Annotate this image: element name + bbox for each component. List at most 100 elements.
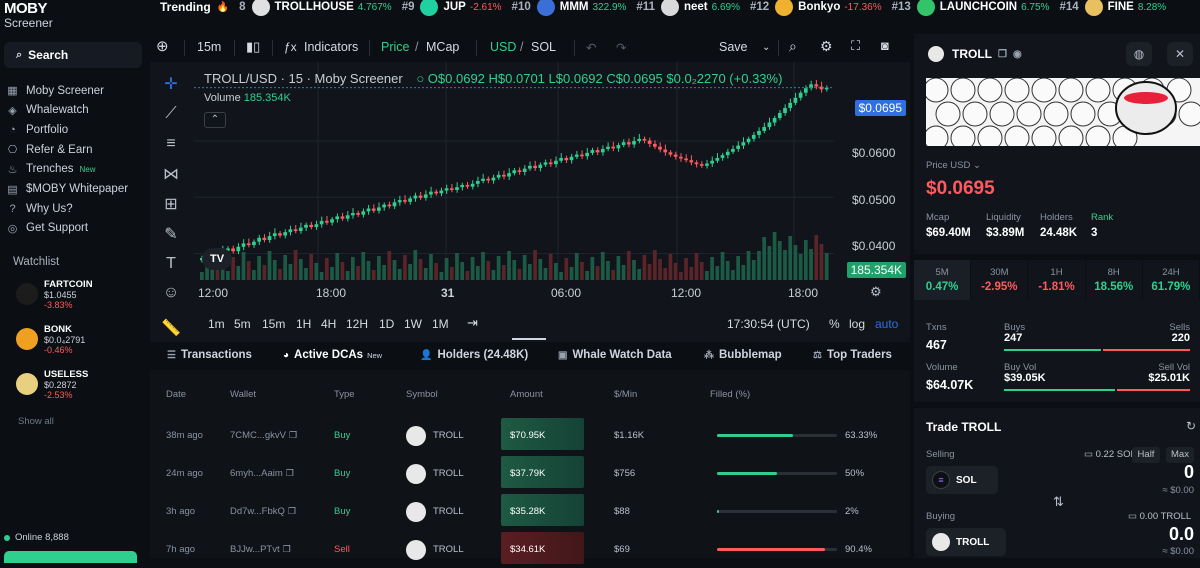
trending-item[interactable]: #13 LAUNCHCOIN 6.75%: [892, 0, 1049, 16]
close-icon[interactable]: ✕: [1167, 42, 1193, 66]
brush-icon[interactable]: ✎: [161, 224, 181, 244]
candles-icon[interactable]: ▮▯: [246, 39, 260, 55]
swap-icon[interactable]: ⇅: [1053, 494, 1064, 510]
sidebar-item[interactable]: ▦ Moby Screener: [6, 84, 104, 98]
timeframe-change[interactable]: 24H 61.79%: [1143, 260, 1200, 300]
redo-icon[interactable]: ↷: [616, 40, 626, 55]
timeframe-1mo[interactable]: 1M: [432, 317, 449, 331]
row-wallet[interactable]: 7CMC...gkvV ❐: [230, 430, 297, 441]
sidebar-item[interactable]: ♨ Trenches New: [6, 163, 96, 176]
timeframe-1h[interactable]: 1H: [296, 317, 311, 331]
timeframe-1m[interactable]: 1m: [208, 317, 225, 331]
trending-item[interactable]: #11 neet 6.69%: [636, 0, 740, 16]
timeframe-5m[interactable]: 5m: [234, 317, 251, 331]
search-button[interactable]: ⌕ Search: [4, 42, 142, 68]
auto-toggle[interactable]: auto: [875, 317, 898, 331]
usd-toggle[interactable]: USD: [490, 40, 516, 54]
copy-icon[interactable]: ❐: [998, 49, 1007, 60]
buy-token-select[interactable]: TROLL: [926, 528, 1006, 556]
row-wallet[interactable]: 6myh...Aaim ❐: [230, 468, 294, 479]
fullscreen-icon[interactable]: ⛶: [851, 38, 860, 54]
tab-top-traders[interactable]: ⚖ Top Traders: [813, 349, 892, 361]
trending-item[interactable]: #12 Bonkyo -17.36%: [750, 0, 882, 16]
price-label[interactable]: Price USD ⌄: [926, 160, 981, 171]
logo[interactable]: MOBY Screener: [4, 0, 144, 34]
pattern-icon[interactable]: ⋈: [161, 164, 181, 184]
chevron-down-icon[interactable]: ⌄: [762, 42, 770, 53]
trendline-icon[interactable]: ⟋: [161, 104, 181, 124]
mcap-toggle[interactable]: MCap: [426, 40, 459, 54]
sidebar-item[interactable]: ◈ Whalewatch: [6, 104, 88, 117]
table-row[interactable]: 38m ago 7CMC...gkvV ❐ Buy TROLL $70.95K $1.16K…: [150, 418, 910, 454]
show-all-link[interactable]: Show all: [18, 416, 54, 427]
connect-button[interactable]: [4, 551, 137, 563]
copy-icon[interactable]: ❐: [288, 506, 296, 516]
sidebar-item[interactable]: ◎ Get Support: [6, 222, 88, 235]
timeframe-15m[interactable]: 15m: [262, 317, 285, 331]
utc-clock[interactable]: 17:30:54 (UTC): [727, 317, 810, 331]
table-row[interactable]: 24m ago 6myh...Aaim ❐ Buy TROLL $37.79K $756 50…: [150, 456, 910, 492]
log-toggle[interactable]: log: [849, 317, 865, 331]
timeframe-change[interactable]: 5M 0.47%: [914, 260, 972, 300]
sell-token-select[interactable]: ≡ SOL: [926, 466, 998, 494]
candlestick-svg[interactable]: [194, 62, 910, 308]
sidebar-item[interactable]: ? Why Us?: [6, 202, 72, 215]
tab-transactions[interactable]: ☰ Transactions: [167, 349, 252, 361]
add-icon[interactable]: ⊕: [156, 37, 169, 55]
table-row[interactable]: 7h ago BJJw...PTvt ❐ Sell TROLL $34.61K $69 90.…: [150, 532, 910, 568]
gear-icon[interactable]: ⚙: [820, 38, 833, 55]
indicators-button[interactable]: Indicators: [304, 40, 358, 54]
settings-icon[interactable]: ⚙: [870, 284, 882, 300]
undo-icon[interactable]: ↶: [586, 40, 596, 55]
trending-item[interactable]: 8 TROLLHOUSE 4.767%: [239, 0, 392, 16]
fib-icon[interactable]: ≡: [161, 134, 181, 154]
sidebar-item[interactable]: ◔ Portfolio: [6, 123, 68, 136]
sell-amount-input[interactable]: 0: [1184, 462, 1194, 483]
globe-icon[interactable]: ◍: [1126, 42, 1152, 66]
text-icon[interactable]: T: [161, 254, 181, 274]
timeframe-12h[interactable]: 12H: [346, 317, 368, 331]
tradingview-logo[interactable]: TV: [202, 248, 232, 270]
half-button[interactable]: Half: [1132, 447, 1160, 463]
tab-whale-watch[interactable]: ▣ Whale Watch Data: [558, 349, 672, 361]
timeframe-1d[interactable]: 1D: [379, 317, 394, 331]
emoji-icon[interactable]: ☺: [161, 283, 181, 303]
buy-amount-input[interactable]: 0.0: [1169, 524, 1194, 545]
timeframe-change[interactable]: 1H -1.81%: [1028, 260, 1086, 300]
zoom-icon[interactable]: ⌕: [789, 38, 797, 55]
info-icon[interactable]: ◉: [1013, 49, 1022, 60]
watchlist-item[interactable]: BONK $0.0₄2791 -0.46%: [16, 324, 85, 355]
timeframe-change[interactable]: 30M -2.95%: [971, 260, 1029, 300]
trending-item[interactable]: #9 JUP -2.61%: [402, 0, 502, 16]
price-toggle[interactable]: Price: [381, 40, 409, 54]
crosshair-icon[interactable]: ✛: [161, 74, 181, 94]
sidebar-item[interactable]: ⎔ Refer & Earn: [6, 143, 93, 157]
date-range-icon[interactable]: ⇥: [467, 315, 478, 331]
timeframe-4h[interactable]: 4H: [321, 317, 336, 331]
tab-bubblemap[interactable]: ⁂ Bubblemap: [704, 349, 782, 361]
camera-icon[interactable]: ◙: [881, 38, 889, 53]
copy-icon[interactable]: ❐: [283, 544, 291, 554]
collapse-legend-button[interactable]: ⌃: [204, 112, 226, 128]
copy-icon[interactable]: ❐: [286, 468, 294, 478]
timeframe-1w[interactable]: 1W: [404, 317, 422, 331]
trending-item[interactable]: #10 MMM 322.9%: [512, 0, 626, 16]
row-wallet[interactable]: BJJw...PTvt ❐: [230, 544, 291, 555]
save-button[interactable]: Save: [719, 40, 748, 54]
max-button[interactable]: Max: [1166, 447, 1194, 463]
tab-active-dcas[interactable]: ◕ Active DCAs New: [283, 349, 382, 361]
copy-icon[interactable]: ❐: [289, 430, 297, 440]
sol-toggle[interactable]: SOL: [531, 40, 556, 54]
refresh-icon[interactable]: ↻: [1186, 419, 1196, 433]
price-chart[interactable]: TROLL/USD · 15 · Moby Screener ○ O$0.069…: [194, 62, 910, 342]
table-row[interactable]: 3h ago Dd7w...FbkQ ❐ Buy TROLL $35.28K $88 2%: [150, 494, 910, 530]
row-wallet[interactable]: Dd7w...FbkQ ❐: [230, 506, 296, 517]
sidebar-item[interactable]: ▤ $MOBY Whitepaper: [6, 183, 128, 196]
measure-icon[interactable]: ⊞: [161, 194, 181, 214]
watchlist-item[interactable]: USELESS $0.2872 -2.53%: [16, 369, 88, 400]
timeframe-change[interactable]: 8H 18.56%: [1086, 260, 1143, 300]
watchlist-item[interactable]: FARTCOIN $1.0455 -3.83%: [16, 279, 93, 310]
trending-item[interactable]: #14 FINE 8.28%: [1059, 0, 1166, 16]
percent-toggle[interactable]: %: [829, 317, 840, 331]
interval-button[interactable]: 15m: [197, 40, 221, 54]
